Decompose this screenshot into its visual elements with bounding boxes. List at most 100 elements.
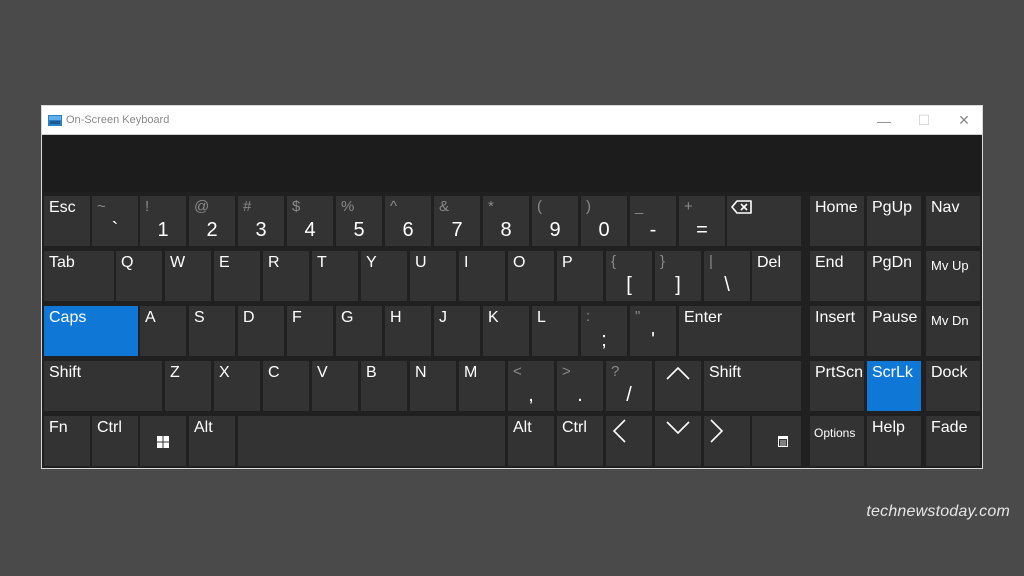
key-enter[interactable]: Enter (679, 306, 801, 356)
key-t[interactable]: T (312, 251, 358, 301)
key-windows[interactable] (140, 416, 186, 466)
key-a[interactable]: A (140, 306, 186, 356)
backspace-icon (731, 200, 752, 214)
key-k[interactable]: K (483, 306, 529, 356)
key-f[interactable]: F (287, 306, 333, 356)
key-9[interactable]: (9 (532, 196, 578, 246)
key-left-alt-label: Alt (194, 419, 213, 436)
key-pgdn[interactable]: PgDn (867, 251, 921, 301)
key-del[interactable]: Del (752, 251, 801, 301)
windows-icon (157, 436, 169, 448)
key-c[interactable]: C (263, 361, 309, 411)
key-space[interactable] (238, 416, 505, 466)
key-backtick[interactable]: ~ ` (92, 196, 138, 246)
key-home[interactable]: Home (810, 196, 864, 246)
key-fn-label: Fn (49, 419, 68, 436)
key-h[interactable]: H (385, 306, 431, 356)
key-pause[interactable]: Pause (867, 306, 921, 356)
key-3[interactable]: #3 (238, 196, 284, 246)
key-left-arrow[interactable] (606, 416, 652, 466)
key-p[interactable]: P (557, 251, 603, 301)
key-0[interactable]: ) 0 (581, 196, 627, 246)
key-w[interactable]: W (165, 251, 211, 301)
key-semicolon[interactable]: :; (581, 306, 627, 356)
key-options-label: Options (814, 426, 856, 440)
key-2[interactable]: @2 (189, 196, 235, 246)
key-d[interactable]: D (238, 306, 284, 356)
key-esc[interactable]: Esc (44, 196, 90, 246)
key-5[interactable]: % 5 (336, 196, 382, 246)
key-mv-up[interactable]: Mv Up (926, 251, 980, 301)
key-tab-label: Tab (49, 254, 75, 271)
key-right-bracket[interactable]: }] (655, 251, 701, 301)
key-dock[interactable]: Dock (926, 361, 980, 411)
key-mv-dn[interactable]: Mv Dn (926, 306, 980, 356)
key-m[interactable]: M (459, 361, 505, 411)
maximize-button[interactable]: ☐ (904, 106, 944, 135)
key-6[interactable]: ^ 6 (385, 196, 431, 246)
key-menu[interactable] (752, 416, 801, 466)
key-u[interactable]: U (410, 251, 456, 301)
key-period[interactable]: >. (557, 361, 603, 411)
key-fn[interactable]: Fn (44, 416, 90, 466)
key-options[interactable]: Options (810, 416, 864, 466)
key-z[interactable]: Z (165, 361, 211, 411)
key-left-bracket[interactable]: {[ (606, 251, 652, 301)
key-s[interactable]: S (189, 306, 235, 356)
key-2-label: 2 (206, 219, 218, 241)
key-quote[interactable]: " ' (630, 306, 676, 356)
key-insert[interactable]: Insert (810, 306, 864, 356)
key-backslash[interactable]: | \ (704, 251, 750, 301)
key-prtscn[interactable]: PrtScn (810, 361, 864, 411)
key-end[interactable]: End (810, 251, 864, 301)
key-slash[interactable]: ? / (606, 361, 652, 411)
key-4[interactable]: $4 (287, 196, 333, 246)
key-minus[interactable]: _ - (630, 196, 676, 246)
key-right-shift[interactable]: Shift (704, 361, 801, 411)
key-f-label: F (292, 309, 302, 326)
key-caps-label: Caps (49, 309, 87, 326)
key-fade[interactable]: Fade (926, 416, 980, 466)
key-b[interactable]: B (361, 361, 407, 411)
key-scrlk[interactable]: ScrLk (867, 361, 921, 411)
key-e[interactable]: E (214, 251, 260, 301)
key-equals[interactable]: + = (679, 196, 725, 246)
key-8[interactable]: * 8 (483, 196, 529, 246)
key-n[interactable]: N (410, 361, 456, 411)
close-button[interactable]: ✕ (944, 106, 984, 135)
minimize-button[interactable]: — (864, 106, 904, 135)
key-right-arrow[interactable] (704, 416, 750, 466)
key-y[interactable]: Y (361, 251, 407, 301)
key-v[interactable]: V (312, 361, 358, 411)
key-y-label: Y (366, 254, 377, 271)
key-i[interactable]: I (459, 251, 505, 301)
key-nav[interactable]: Nav (926, 196, 980, 246)
key-down-arrow[interactable] (655, 416, 701, 466)
key-help[interactable]: Help (867, 416, 921, 466)
key-x[interactable]: X (214, 361, 260, 411)
key-p-label: P (562, 254, 573, 271)
key-left-alt[interactable]: Alt (189, 416, 235, 466)
key-caps[interactable]: Caps (44, 306, 138, 356)
key-backspace[interactable] (727, 196, 801, 246)
key-o[interactable]: O (508, 251, 554, 301)
key-right-ctrl[interactable]: Ctrl (557, 416, 603, 466)
key-scrlk-label: ScrLk (872, 364, 913, 381)
key-tilde-label: ~ (97, 198, 106, 215)
key-tab[interactable]: Tab (44, 251, 114, 301)
key-right-alt[interactable]: Alt (508, 416, 554, 466)
key-g[interactable]: G (336, 306, 382, 356)
key-1[interactable]: ! 1 (140, 196, 186, 246)
key-comma[interactable]: <, (508, 361, 554, 411)
key-up-arrow[interactable] (655, 361, 701, 411)
key-left-ctrl[interactable]: Ctrl (92, 416, 138, 466)
key-q[interactable]: Q (116, 251, 162, 301)
key-l[interactable]: L (532, 306, 578, 356)
title-bar[interactable]: On-Screen Keyboard — ☐ ✕ (42, 106, 982, 135)
key-pgup[interactable]: PgUp (867, 196, 921, 246)
key-left-shift[interactable]: Shift (44, 361, 162, 411)
key-r[interactable]: R (263, 251, 309, 301)
key-7[interactable]: & 7 (434, 196, 480, 246)
key-j[interactable]: J (434, 306, 480, 356)
prediction-area (43, 135, 981, 192)
